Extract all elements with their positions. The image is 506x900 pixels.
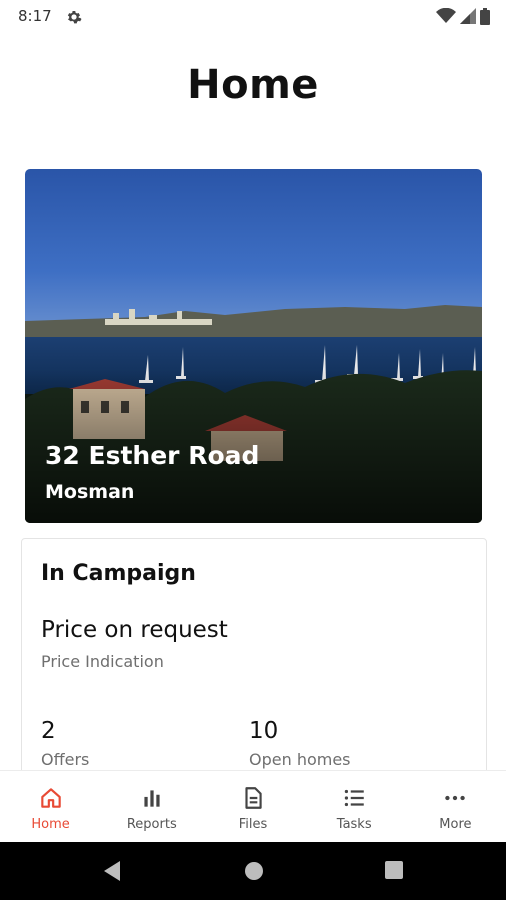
price-value: Price on request <box>41 617 228 643</box>
file-icon <box>245 787 262 809</box>
page-title: Home <box>187 62 319 108</box>
home-icon <box>40 788 61 808</box>
offers-stat: 2 Offers <box>41 718 89 769</box>
signal-icon <box>460 8 476 24</box>
offers-label: Offers <box>41 750 90 769</box>
property-suburb: Mosman <box>45 481 135 503</box>
nav-home-label: Home <box>31 817 70 832</box>
open-homes-label: Open homes <box>249 750 351 769</box>
nav-reports-label: Reports <box>126 817 177 832</box>
status-bar: 8:17 <box>0 0 506 34</box>
bottom-nav: Home Reports Files Tasks More <box>0 770 506 842</box>
property-address: 32 Esther Road <box>45 441 260 470</box>
more-icon <box>445 795 466 801</box>
system-nav-bar <box>0 842 506 900</box>
gear-icon <box>67 11 82 24</box>
nav-files[interactable]: Files <box>202 771 303 842</box>
campaign-card: In Campaign Price on request Price Indic… <box>21 538 487 798</box>
nav-reports[interactable]: Reports <box>101 771 202 842</box>
nav-more[interactable]: More <box>405 771 506 842</box>
status-time: 8:17 <box>18 7 52 25</box>
nav-home[interactable]: Home <box>0 771 101 842</box>
battery-icon <box>480 7 490 25</box>
bar-chart-icon <box>144 790 160 807</box>
back-icon[interactable] <box>102 860 122 882</box>
home-button-icon[interactable] <box>243 860 265 882</box>
list-icon <box>344 789 364 807</box>
wifi-icon <box>436 8 456 23</box>
nav-tasks[interactable]: Tasks <box>304 771 405 842</box>
price-label: Price Indication <box>41 652 164 671</box>
nav-tasks-label: Tasks <box>336 817 372 832</box>
recents-icon[interactable] <box>384 860 404 880</box>
property-card[interactable]: 32 Esther Road Mosman <box>25 169 482 523</box>
offers-count: 2 <box>41 718 56 744</box>
open-homes-stat: 10 Open homes <box>249 718 351 769</box>
nav-more-label: More <box>439 817 472 832</box>
open-homes-count: 10 <box>249 718 279 744</box>
campaign-status-title: In Campaign <box>41 561 196 586</box>
nav-files-label: Files <box>238 817 268 832</box>
